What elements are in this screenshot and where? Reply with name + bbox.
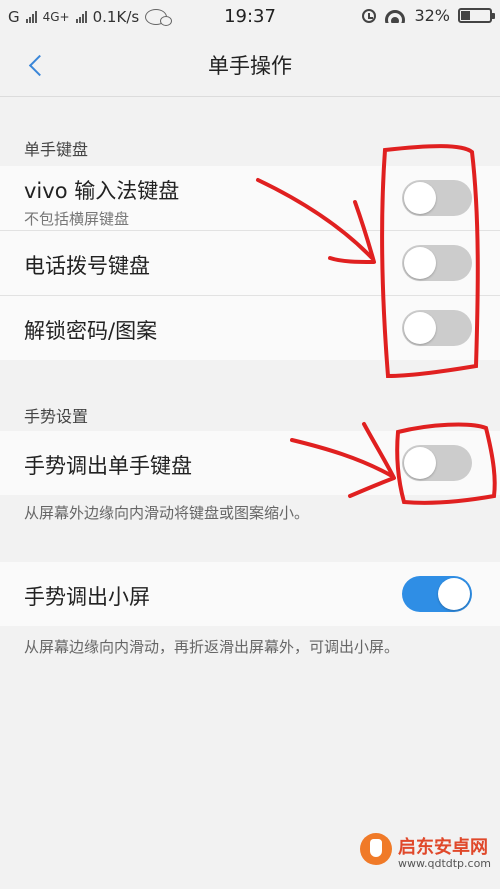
watermark: 启东安卓网 www.qdtdtp.com: [354, 829, 494, 879]
watermark-url: www.qdtdtp.com: [398, 857, 492, 870]
item-label: 电话拨号键盘: [24, 254, 150, 278]
gesture-keyboard-description: 从屏幕外边缘向内滑动将键盘或图案缩小。: [24, 504, 310, 522]
item-sublabel: 不包括横屏键盘: [24, 210, 130, 228]
toggle-small-screen[interactable]: [402, 576, 472, 612]
item-label: 手势调出单手键盘: [24, 454, 192, 478]
item-label: vivo 输入法键盘: [24, 179, 180, 203]
wifi-icon: [384, 9, 406, 23]
watermark-name: 启东安卓网: [398, 837, 488, 858]
toggle-gesture-keyboard[interactable]: [402, 445, 472, 481]
toggle-vivo-keyboard[interactable]: [402, 180, 472, 216]
list-item-small-screen[interactable]: 手势调出小屏: [0, 562, 500, 626]
item-label: 解锁密码/图案: [24, 319, 158, 343]
list-item-vivo-keyboard[interactable]: vivo 输入法键盘 不包括横屏键盘: [0, 166, 500, 231]
list-item-gesture-keyboard[interactable]: 手势调出单手键盘: [0, 431, 500, 495]
app-header: 单手操作: [0, 34, 500, 97]
watermark-logo-icon: [360, 833, 392, 865]
list-item-dial-keyboard[interactable]: 电话拨号键盘: [0, 231, 500, 296]
alarm-icon: [362, 8, 377, 23]
gesture-keyboard-group: 手势调出单手键盘: [0, 431, 500, 495]
list-item-unlock-pattern[interactable]: 解锁密码/图案: [0, 296, 500, 360]
battery-percent: 32%: [414, 6, 450, 25]
settings-screen: G 4G+ 0.1K/s 19:37 32% 单手操作 单手键盘 vivo 输入…: [0, 0, 500, 889]
section-title-keyboard: 单手键盘: [24, 140, 89, 159]
small-screen-description: 从屏幕边缘向内滑动，再折返滑出屏幕外，可调出小屏。: [24, 638, 400, 656]
toggle-dial-keyboard[interactable]: [402, 245, 472, 281]
battery-icon: [458, 8, 495, 23]
toggle-unlock-pattern[interactable]: [402, 310, 472, 346]
item-label: 手势调出小屏: [24, 585, 150, 609]
keyboard-group: vivo 输入法键盘 不包括横屏键盘 电话拨号键盘 解锁密码/图案: [0, 166, 500, 360]
status-right: 32%: [362, 6, 495, 25]
status-bar: G 4G+ 0.1K/s 19:37 32%: [0, 0, 500, 34]
small-screen-group: 手势调出小屏: [0, 562, 500, 626]
section-title-gesture: 手势设置: [24, 407, 89, 426]
page-title: 单手操作: [208, 54, 292, 78]
